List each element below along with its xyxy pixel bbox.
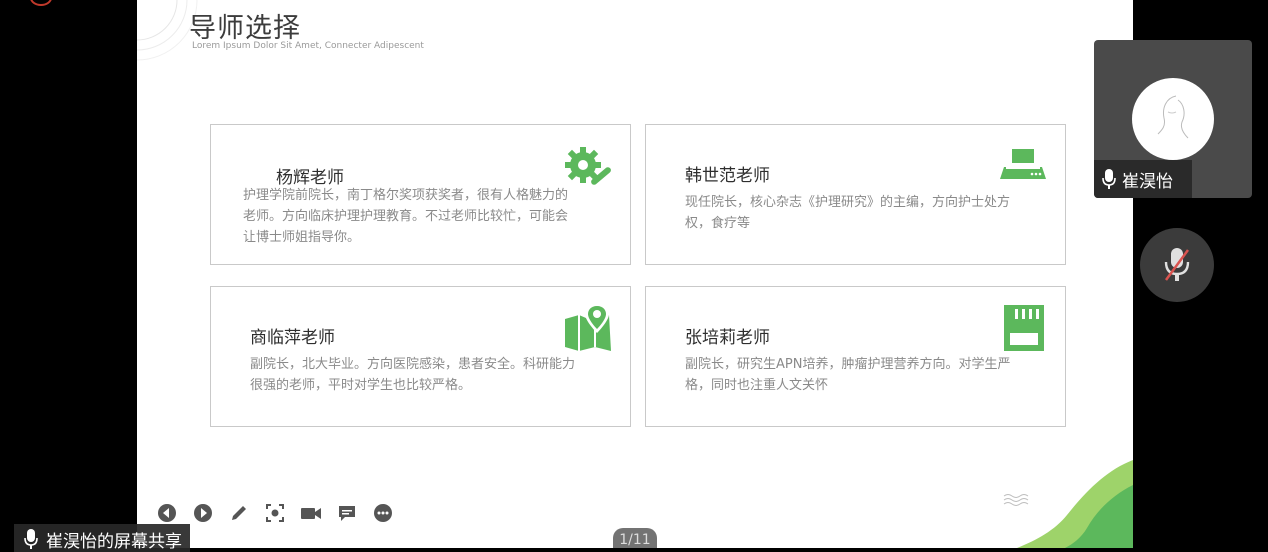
mentor-card-zhang: 张培莉老师 副院长，研究生APN培养，肿瘤护理营养方向。对学生严格，同时也注重人… <box>645 286 1066 427</box>
next-slide-button[interactable] <box>191 501 215 525</box>
microphone-muted-icon <box>1164 248 1190 281</box>
participant-name: 崔淏怡 <box>1122 171 1173 192</box>
slide-title: 导师选择 <box>189 13 301 44</box>
camera-icon <box>301 508 321 519</box>
pen-icon <box>232 506 246 520</box>
camera-button[interactable] <box>299 501 323 525</box>
map-pin-icon <box>565 303 611 351</box>
mentor-name: 张培莉老师 <box>685 328 770 348</box>
screenshot-icon <box>266 504 284 522</box>
prev-slide-button[interactable] <box>155 501 179 525</box>
mute-toggle-button[interactable] <box>1140 228 1214 302</box>
presentation-toolbar <box>155 500 395 526</box>
gear-wrench-icon <box>565 147 611 185</box>
mentor-name: 韩世范老师 <box>685 166 770 186</box>
shared-slide: 导师选择 Lorem Ipsum Dolor Sit Amet, Connect… <box>137 0 1133 548</box>
avatar-sketch-icon <box>1157 95 1189 139</box>
participant-tile[interactable]: 崔淏怡 <box>1094 40 1252 198</box>
screen-share-text: 崔淏怡的屏幕共享 <box>46 531 182 552</box>
mentor-card-han: 韩世范老师 现任院长，核心杂志《护理研究》的主编，方向护士处方权，食疗等 <box>645 124 1066 265</box>
page-indicator: 1/11 <box>613 528 657 548</box>
participant-name-tag: 崔淏怡 <box>1094 160 1192 198</box>
mentor-name: 商临萍老师 <box>250 328 335 348</box>
mentor-description: 现任院长，核心杂志《护理研究》的主编，方向护士处方权，食疗等 <box>685 195 1011 231</box>
screenshot-button[interactable] <box>263 501 287 525</box>
mentor-description: 护理学院前院长，南丁格尔奖项获奖者，很有人格魅力的老师。方向临床护理护理教育。不… <box>243 188 569 245</box>
microphone-icon <box>1102 169 1116 189</box>
meeting-stage: 导师选择 Lorem Ipsum Dolor Sit Amet, Connect… <box>0 0 1268 552</box>
sd-card-icon <box>1004 305 1044 351</box>
more-icon <box>374 504 392 522</box>
mentor-card-yang: 杨辉老师 护理学院前院长，南丁格尔奖项获奖者，很有人格魅力的老师。方向临床护理护… <box>210 124 631 265</box>
prev-icon <box>158 504 176 522</box>
microphone-icon <box>24 529 38 549</box>
mentor-description: 副院长，北大毕业。方向医院感染，患者安全。科研能力很强的老师，平时对学生也比较严… <box>250 357 576 393</box>
slide-subtitle: Lorem Ipsum Dolor Sit Amet, Connecter Ad… <box>192 41 424 51</box>
chat-icon <box>339 506 355 521</box>
more-button[interactable] <box>371 501 395 525</box>
range-hood-icon <box>1000 149 1046 179</box>
screen-share-label: 崔淏怡的屏幕共享 <box>14 524 190 552</box>
mentor-description: 副院长，研究生APN培养，肿瘤护理营养方向。对学生严格，同时也注重人文关怀 <box>685 357 1011 393</box>
green-blob-decoration <box>1017 460 1133 548</box>
mentor-card-shang: 商临萍老师 副院长，北大毕业。方向医院感染，患者安全。科研能力很强的老师，平时对… <box>210 286 631 427</box>
pen-button[interactable] <box>227 501 251 525</box>
recording-indicator-icon <box>30 0 52 6</box>
avatar <box>1132 78 1214 160</box>
next-icon <box>194 504 212 522</box>
chat-button[interactable] <box>335 501 359 525</box>
